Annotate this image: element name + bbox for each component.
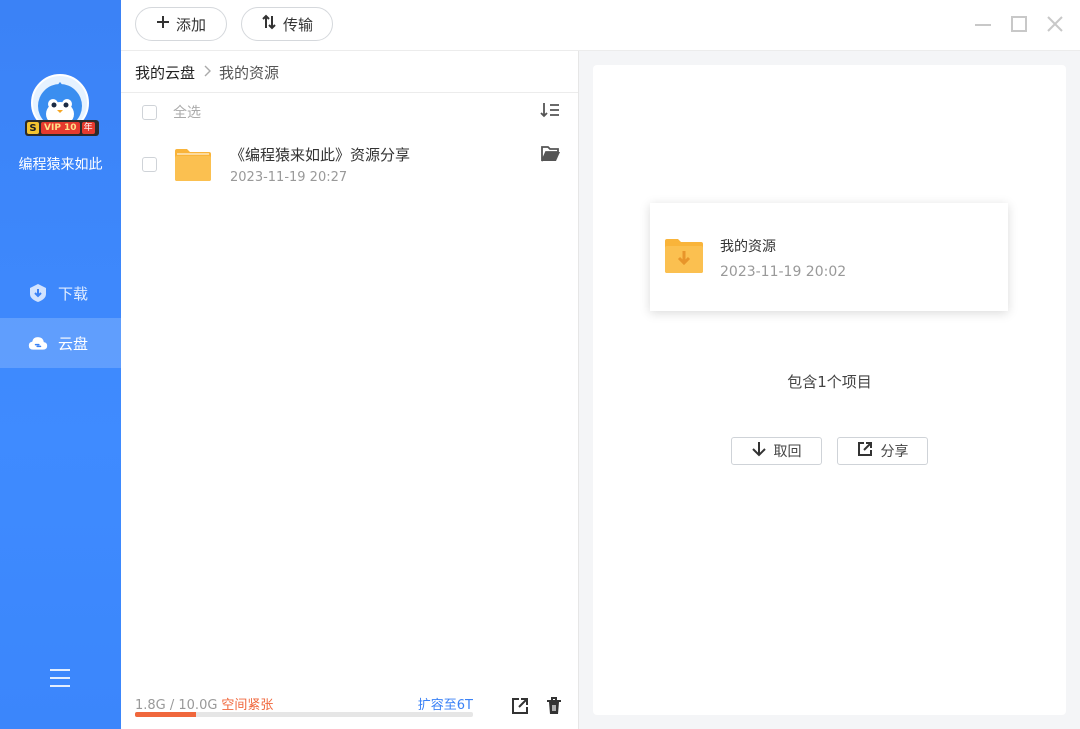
minimize-icon[interactable] <box>973 14 993 34</box>
nav-item-label: 云盘 <box>58 334 89 353</box>
vip-badge: S VIP 10 年 <box>25 120 99 136</box>
storage-info: 1.8G / 10.0G 空间紧张 扩容至6T <box>135 694 473 717</box>
plus-icon <box>156 15 170 33</box>
export-icon[interactable] <box>510 696 530 716</box>
select-all: 全选 <box>142 102 201 122</box>
expand-storage-link[interactable]: 扩容至6T <box>418 694 473 713</box>
share-button-label: 分享 <box>880 444 909 460</box>
vip-year: 年 <box>81 122 95 134</box>
sidebar: S VIP 10 年 编程猿来如此 下载 云盘 <box>0 0 121 729</box>
retrieve-button-label: 取回 <box>773 444 802 460</box>
detail-folder-date: 2023-11-19 20:02 <box>720 264 847 280</box>
storage-warning: 空间紧张 <box>221 698 274 713</box>
select-all-checkbox[interactable] <box>142 104 157 120</box>
top-toolbar: 添加 传输 <box>121 0 1080 51</box>
user-avatar[interactable]: S VIP 10 年 <box>25 72 99 142</box>
chevron-right-icon <box>203 63 212 81</box>
detail-folder-name: 我的资源 <box>720 239 776 255</box>
detail-panel: 我的资源 2023-11-19 20:02 包含1个项目 取回 分享 <box>593 65 1066 715</box>
retrieve-button[interactable]: 取回 <box>731 437 822 465</box>
share-button[interactable]: 分享 <box>837 437 928 465</box>
vip-s-mark: S <box>27 122 39 134</box>
breadcrumb-current: 我的资源 <box>219 63 280 82</box>
sort-icon[interactable] <box>540 101 560 119</box>
username: 编程猿来如此 <box>18 157 103 173</box>
file-name: 《编程猿来如此》资源分享 <box>230 146 411 164</box>
detail-card: 我的资源 2023-11-19 20:02 <box>650 203 1008 311</box>
add-button[interactable]: 添加 <box>135 7 227 41</box>
storage-progress-fill <box>135 712 196 717</box>
add-button-label: 添加 <box>175 15 206 34</box>
transfer-arrows-icon <box>261 14 277 34</box>
close-icon[interactable] <box>1045 14 1065 34</box>
hamburger-menu-icon[interactable] <box>48 667 72 689</box>
cloud-icon <box>28 333 48 353</box>
file-row[interactable]: 《编程猿来如此》资源分享 2023-11-19 20:27 <box>121 139 578 191</box>
trash-icon[interactable] <box>544 696 564 716</box>
download-shield-icon <box>28 283 48 303</box>
file-date: 2023-11-19 20:27 <box>230 170 348 185</box>
open-folder-icon[interactable] <box>541 145 561 163</box>
folder-download-icon <box>664 235 704 275</box>
nav-item-label: 下载 <box>58 284 89 303</box>
select-all-label: 全选 <box>173 105 201 121</box>
maximize-icon[interactable] <box>1009 14 1029 34</box>
folder-icon <box>174 145 212 183</box>
vip-level: VIP 10 <box>41 122 80 134</box>
nav-item-download[interactable]: 下载 <box>0 268 121 318</box>
transfer-button[interactable]: 传输 <box>241 7 333 41</box>
item-count: 包含1个项目 <box>787 373 872 391</box>
divider <box>121 92 578 93</box>
storage-used-text: 1.8G / 10.0G <box>135 698 218 713</box>
file-panel: 我的云盘 我的资源 全选 《编程猿来如此》资源分享 2023-11-19 20:… <box>121 51 579 729</box>
storage-progress-bar <box>135 712 473 717</box>
breadcrumb: 我的云盘 我的资源 <box>135 62 279 82</box>
file-checkbox[interactable] <box>142 157 157 172</box>
nav-item-cloud[interactable]: 云盘 <box>0 318 121 368</box>
arrow-down-icon <box>751 441 766 461</box>
share-icon <box>857 441 873 461</box>
transfer-button-label: 传输 <box>282 15 313 34</box>
breadcrumb-root[interactable]: 我的云盘 <box>135 62 195 83</box>
